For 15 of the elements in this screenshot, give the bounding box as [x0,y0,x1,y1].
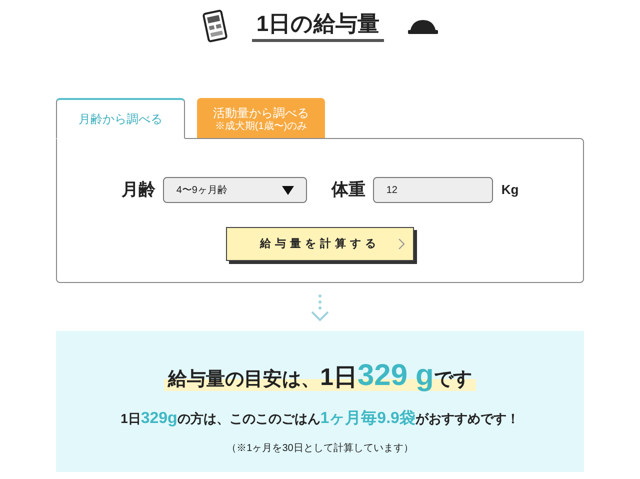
weight-unit: Kg [501,181,519,200]
dog-bowl-icon [408,18,438,34]
calculate-button[interactable]: 給与量を計算する [226,227,414,261]
recommendation-text: 1日329gの方は、このこのごはん1ヶ月毎9.9袋がおすすめです！ [120,408,520,429]
dropdown-arrow-icon [282,186,294,194]
chevron-right-icon [398,238,405,250]
weight-label: 体重 [331,179,366,202]
page-title: 1日の給与量 [252,10,384,42]
age-select[interactable]: 4〜9ヶ月齢 [163,177,308,203]
result-headline: 給与量の目安は、1日329 gです [164,361,476,391]
calculation-note: （※1ヶ月を30日として計算しています） [226,442,414,456]
age-label: 月齢 [121,179,156,202]
weight-field[interactable]: 12 [373,177,494,203]
food-bag-icon [202,9,228,43]
down-arrow-icon [310,293,330,323]
